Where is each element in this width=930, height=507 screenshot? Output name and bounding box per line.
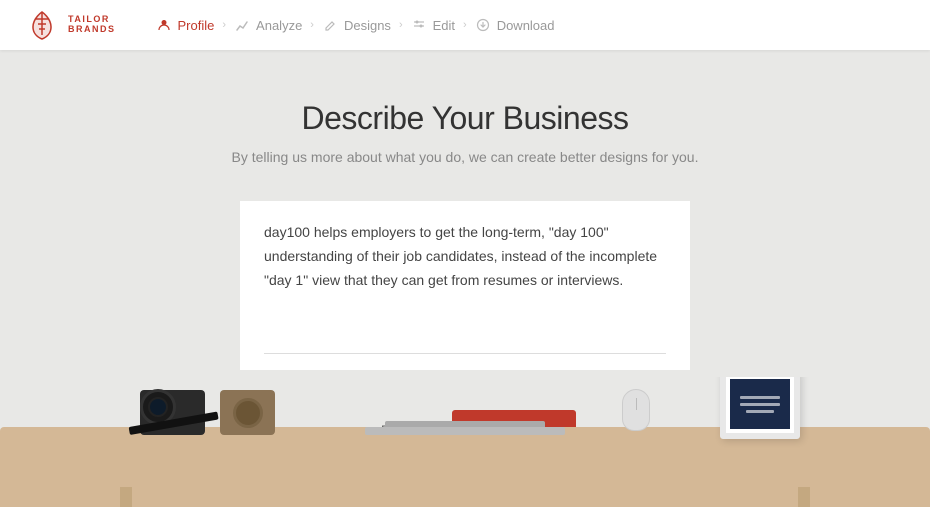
logo-icon (24, 7, 60, 43)
page-subtitle: By telling us more about what you do, we… (232, 149, 699, 165)
analyze-icon (234, 17, 250, 33)
nav-step-edit[interactable]: Edit (411, 17, 455, 33)
sliders-icon (411, 17, 427, 33)
frame-text-2 (740, 403, 780, 406)
laptop-decoration (365, 421, 565, 435)
business-description-input[interactable]: day100 helps employers to get the long-t… (264, 221, 666, 340)
radio-decoration (220, 390, 275, 435)
nav-designs-label: Designs (344, 18, 391, 33)
camera-lens-inner (148, 397, 168, 417)
chevron-icon-3: › (399, 19, 403, 31)
logo[interactable]: TAILOR BRANDS (24, 7, 116, 43)
nav-analyze-label: Analyze (256, 18, 302, 33)
radio-speaker (233, 398, 263, 428)
frame-decoration (720, 377, 800, 439)
laptop-base (365, 427, 565, 435)
desk-leg-left (120, 487, 132, 507)
desk-decoration (0, 377, 930, 507)
pencil-icon (322, 17, 338, 33)
description-card: day100 helps employers to get the long-t… (240, 201, 690, 370)
mouse-decoration (622, 389, 650, 431)
chevron-icon-1: › (222, 19, 226, 31)
frame-screen (730, 379, 790, 429)
page-title: Describe Your Business (302, 100, 629, 137)
nav-step-download[interactable]: Download (475, 17, 555, 33)
desk-leg-right (798, 487, 810, 507)
frame-text-1 (740, 396, 780, 399)
chevron-icon-4: › (463, 19, 467, 31)
nav-download-label: Download (497, 18, 555, 33)
header: TAILOR BRANDS Profile › Analyze › Design… (0, 0, 930, 50)
download-icon (475, 17, 491, 33)
person-icon (156, 17, 172, 33)
desk-surface (0, 427, 930, 507)
nav-edit-label: Edit (433, 18, 455, 33)
mouse-scroll-line (636, 398, 637, 410)
nav-step-analyze[interactable]: Analyze (234, 17, 302, 33)
nav-step-profile[interactable]: Profile (156, 17, 215, 33)
nav-step-designs[interactable]: Designs (322, 17, 391, 33)
chevron-icon-2: › (310, 19, 314, 31)
frame-text-3 (746, 410, 774, 413)
textarea-underline (264, 353, 666, 354)
logo-text-line2: BRANDS (68, 25, 116, 35)
camera-decoration (130, 377, 210, 435)
breadcrumb-nav: Profile › Analyze › Designs › Edit › (156, 17, 555, 33)
nav-profile-label: Profile (178, 18, 215, 33)
